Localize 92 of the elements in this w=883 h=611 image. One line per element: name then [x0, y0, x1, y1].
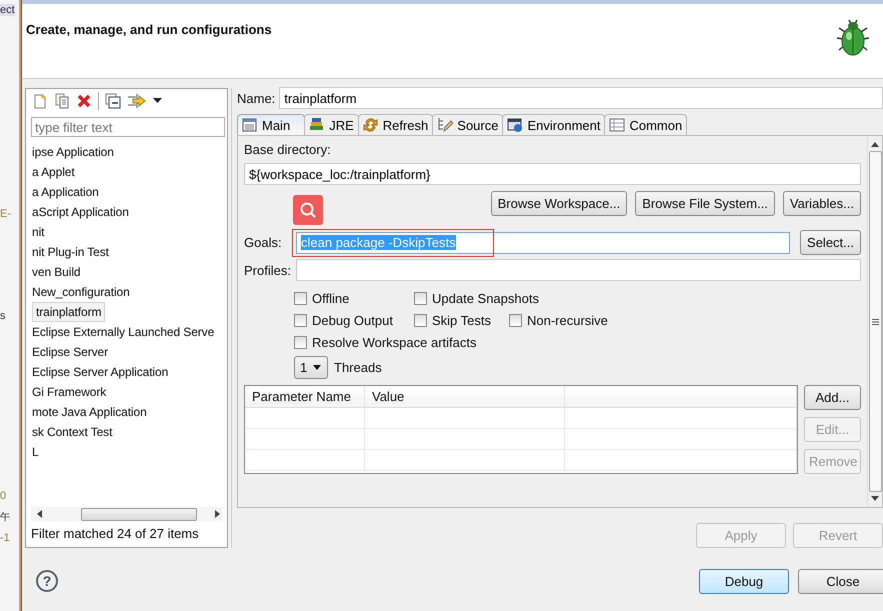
- profiles-field[interactable]: [296, 259, 861, 281]
- scrollbar-thumb[interactable]: [868, 151, 882, 492]
- new-document-icon[interactable]: [32, 93, 48, 109]
- dropdown-caret-icon: [313, 365, 321, 370]
- checkbox-option[interactable]: Offline: [294, 289, 350, 308]
- configuration-item[interactable]: New_configuration: [31, 282, 130, 302]
- column-header: Value: [365, 386, 565, 407]
- configuration-item[interactable]: mote Java Application: [31, 402, 147, 422]
- window-icon: [507, 117, 524, 133]
- checkbox[interactable]: [294, 336, 307, 349]
- name-field[interactable]: trainplatform: [279, 87, 883, 109]
- collapse-icon[interactable]: [105, 93, 121, 109]
- column-header: Parameter Name: [245, 386, 365, 407]
- option-label: Non-recursive: [527, 313, 608, 328]
- checkbox-option[interactable]: Debug Output: [294, 311, 393, 330]
- browse-button[interactable]: Browse File System...: [635, 191, 775, 216]
- tab[interactable]: Source: [432, 114, 504, 135]
- tree-pencil-icon: [437, 117, 454, 133]
- text-fragment: s: [0, 310, 6, 322]
- configuration-item[interactable]: L: [31, 442, 39, 462]
- tab[interactable]: Refresh: [358, 114, 434, 135]
- copy-icon[interactable]: [54, 93, 70, 109]
- table-button[interactable]: Add...: [804, 385, 861, 410]
- dialog-button[interactable]: Debug: [699, 568, 789, 594]
- checkbox[interactable]: [414, 314, 427, 327]
- configuration-item[interactable]: a Applet: [31, 162, 75, 182]
- document-icon: [242, 117, 258, 133]
- configuration-item[interactable]: Eclipse Server: [31, 342, 108, 362]
- configuration-item[interactable]: Eclipse Server Application: [31, 362, 168, 382]
- browse-button[interactable]: Variables...: [782, 191, 861, 216]
- name-label: Name:: [237, 90, 276, 106]
- dropdown-caret-icon[interactable]: [153, 98, 162, 104]
- table-icon: [609, 117, 626, 133]
- base-directory-field[interactable]: ${workspace_loc:/trainplatform}: [244, 163, 861, 185]
- configuration-item[interactable]: ven Build: [31, 262, 80, 282]
- threads-dropdown[interactable]: 1: [294, 356, 328, 379]
- refresh-icon: [362, 117, 379, 133]
- checkbox[interactable]: [294, 292, 307, 305]
- text-fragment: E-: [0, 208, 11, 220]
- configuration-item[interactable]: a Application: [31, 182, 99, 202]
- vertical-scrollbar[interactable]: [867, 136, 882, 507]
- configuration-item[interactable]: Eclipse Externally Launched Serve: [31, 322, 214, 342]
- horizontal-scrollbar[interactable]: [31, 507, 222, 521]
- grip-icon: [872, 318, 878, 324]
- text-fragment: 午: [0, 511, 10, 524]
- text-fragment: -1: [0, 532, 10, 544]
- configuration-item[interactable]: trainplatform: [32, 302, 106, 322]
- tab[interactable]: Main: [237, 114, 306, 135]
- configuration-item[interactable]: aScript Application: [31, 202, 129, 222]
- text-fragment: ect: [0, 4, 15, 16]
- selected-text: clean package -DskipTests: [301, 235, 456, 250]
- checkbox[interactable]: [294, 314, 307, 327]
- books-icon: [309, 117, 326, 133]
- option-label: Debug Output: [312, 313, 393, 328]
- delete-icon[interactable]: [76, 93, 92, 109]
- checkbox-option[interactable]: Skip Tests: [414, 311, 492, 330]
- filter-arrows-icon[interactable]: [127, 93, 147, 109]
- checkbox-option[interactable]: Update Snapshots: [414, 289, 539, 308]
- checkbox-option[interactable]: Non-recursive: [509, 311, 608, 330]
- help-icon[interactable]: ?: [36, 570, 58, 592]
- tab[interactable]: JRE: [304, 114, 359, 135]
- scrollbar-thumb[interactable]: [81, 508, 197, 520]
- configuration-item[interactable]: nit Plug-in Test: [31, 242, 109, 262]
- goals-label: Goals:: [244, 235, 283, 250]
- filter-field[interactable]: type filter text: [31, 117, 225, 137]
- scroll-left-icon: [37, 510, 43, 518]
- scroll-down-icon: [871, 496, 879, 501]
- header-title: Create, manage, and run configurations: [26, 22, 272, 37]
- search-icon: [293, 194, 323, 224]
- tab[interactable]: Common: [604, 114, 688, 135]
- checkbox[interactable]: [509, 314, 522, 327]
- filter-status: Filter matched 24 of 27 items: [31, 525, 200, 543]
- scroll-right-icon: [215, 510, 221, 518]
- threads-label: Threads: [334, 360, 382, 375]
- base-directory-label: Base directory:: [244, 142, 332, 157]
- select-button[interactable]: Select...: [800, 230, 861, 255]
- dropdown-value: 1: [300, 360, 308, 375]
- option-label: Offline: [312, 291, 350, 306]
- checkbox[interactable]: [414, 292, 427, 305]
- scroll-up-icon: [871, 142, 879, 147]
- configuration-item[interactable]: Gi Framework: [31, 382, 106, 402]
- browse-button[interactable]: Browse Workspace...: [490, 191, 628, 216]
- configuration-item[interactable]: ipse Application: [31, 142, 114, 162]
- configuration-item[interactable]: nit: [31, 222, 44, 242]
- checkbox-option[interactable]: Resolve Workspace artifacts: [294, 333, 476, 352]
- option-label: Update Snapshots: [432, 291, 539, 306]
- option-label: Resolve Workspace artifacts: [312, 335, 476, 350]
- text-fragment: 0: [0, 490, 6, 502]
- tab[interactable]: Environment: [502, 114, 606, 135]
- option-label: Skip Tests: [432, 313, 492, 328]
- dialog-button[interactable]: Close: [798, 568, 883, 594]
- configuration-item[interactable]: sk Context Test: [31, 422, 112, 442]
